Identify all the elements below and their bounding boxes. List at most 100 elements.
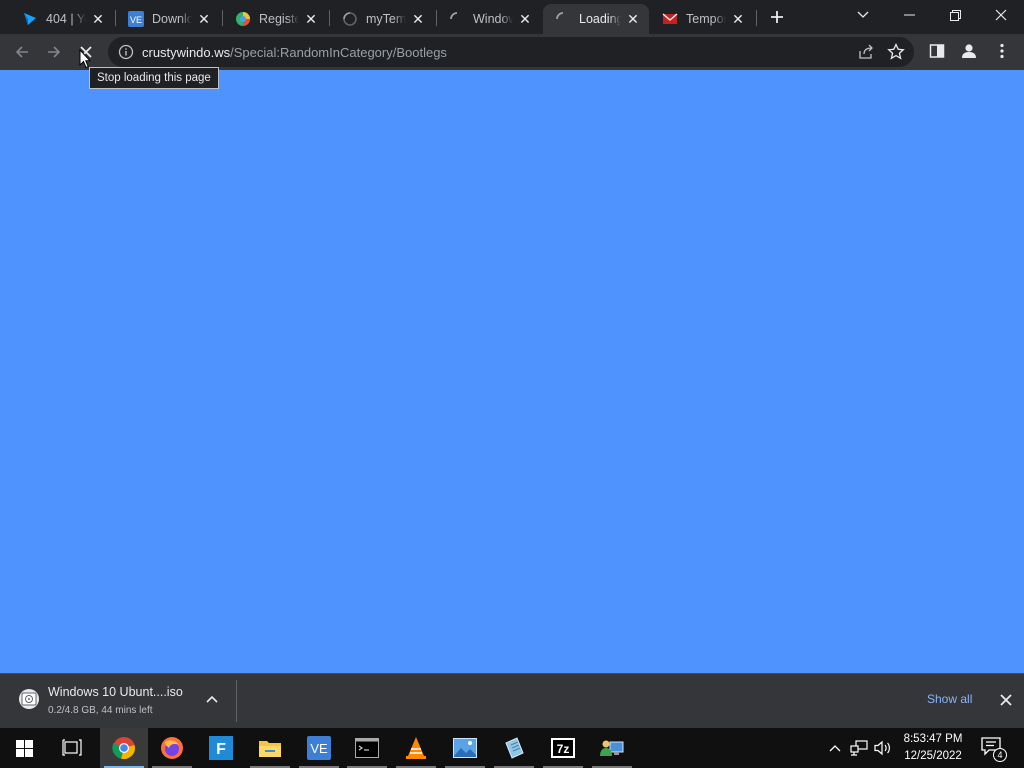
bookmark-star-icon[interactable] [886, 42, 906, 62]
taskbar-7zip[interactable]: 7z [539, 728, 587, 768]
f-app-icon: F [209, 736, 233, 760]
new-tab-button[interactable] [766, 6, 788, 28]
svg-text:F: F [216, 741, 226, 758]
address-bar[interactable]: crustywindo.ws/Special:RandomInCategory/… [108, 37, 914, 67]
show-hidden-icons-button[interactable] [826, 728, 844, 768]
chevron-up-icon [829, 745, 841, 752]
tab-title: Loading [579, 12, 621, 26]
close-tab-icon[interactable]: ✕ [730, 11, 746, 27]
tab-strip: 404 | Yo ✕ VE Downlo ✕ Register ✕ myTemp… [0, 0, 1024, 34]
iso-file-icon [18, 688, 40, 710]
side-panel-button[interactable] [927, 41, 947, 61]
close-window-button[interactable] [978, 0, 1024, 30]
download-bar: Windows 10 Ubunt....iso 0.2/4.8 GB, 44 m… [0, 673, 1024, 728]
start-button[interactable] [0, 728, 48, 768]
svg-text:7z: 7z [557, 742, 570, 756]
tab-download[interactable]: VE Downlo ✕ [116, 4, 220, 34]
side-panel-icon [929, 44, 945, 58]
close-tab-icon[interactable]: ✕ [90, 11, 106, 27]
taskbar-clock[interactable]: 8:53:47 PM 12/25/2022 [896, 731, 970, 765]
tab-search-button[interactable] [840, 0, 886, 30]
tab-title: Downlo [152, 12, 192, 26]
tab-title: 404 | Yo [46, 12, 86, 26]
site-info-icon[interactable] [118, 44, 134, 60]
minimize-button[interactable] [886, 0, 932, 30]
tab-separator [756, 10, 757, 26]
windows-taskbar: F VE 7z 8:53:47 PM 12/25/2022 4 [0, 728, 1024, 768]
tab-temporary-mail[interactable]: Tempor ✕ [650, 4, 754, 34]
taskbar-vlc[interactable] [392, 728, 440, 768]
taskbar-terminal[interactable] [343, 728, 391, 768]
tab-windows[interactable]: Window ✕ [437, 4, 541, 34]
chrome-icon [112, 737, 135, 759]
chevron-up-icon[interactable] [204, 692, 220, 708]
menu-button[interactable] [992, 41, 1012, 61]
tab-mytemp[interactable]: myTemp ✕ [330, 4, 434, 34]
network-users-icon [600, 740, 624, 756]
taskbar-notepad[interactable] [490, 728, 538, 768]
forward-arrow-icon [48, 46, 61, 58]
download-status: 0.2/4.8 GB, 44 mins left [48, 705, 153, 716]
show-all-downloads-link[interactable]: Show all [927, 692, 972, 706]
close-tab-icon[interactable]: ✕ [517, 11, 533, 27]
taskbar-chrome[interactable] [100, 728, 148, 768]
clock-date: 12/25/2022 [904, 750, 962, 762]
restore-button[interactable] [932, 0, 978, 30]
network-tray-button[interactable] [848, 728, 870, 768]
close-icon [995, 9, 1007, 21]
taskbar-photos[interactable] [441, 728, 489, 768]
taskbar-firefox[interactable] [148, 728, 196, 768]
task-view-button[interactable] [48, 728, 96, 768]
file-explorer-icon [259, 741, 281, 757]
close-download-bar-icon[interactable] [998, 692, 1014, 708]
close-tab-icon[interactable]: ✕ [410, 11, 426, 27]
notepad-icon [505, 737, 524, 759]
url-text: crustywindo.ws/Special:RandomInCategory/… [142, 45, 447, 60]
play-icon [22, 11, 38, 27]
tab-register[interactable]: Register ✕ [223, 4, 327, 34]
back-button[interactable] [8, 38, 36, 66]
back-arrow-icon [15, 46, 28, 58]
photos-icon [453, 738, 477, 758]
minimize-icon [903, 14, 915, 16]
more-vert-icon [1000, 43, 1004, 59]
start-icon [15, 739, 33, 757]
forward-button[interactable] [40, 38, 68, 66]
loading-spinner-icon [342, 11, 358, 27]
vmware-icon: VE [128, 11, 144, 27]
restore-icon [949, 9, 961, 21]
network-icon [850, 740, 868, 756]
volume-tray-button[interactable] [872, 728, 894, 768]
terminal-icon [355, 738, 379, 758]
profile-icon [962, 44, 976, 58]
taskbar-f-app[interactable]: F [197, 728, 245, 768]
vlc-icon [406, 737, 426, 759]
taskbar-vmware[interactable]: VE [295, 728, 343, 768]
download-file-name: Windows 10 Ubunt....iso [48, 685, 183, 699]
chevron-down-icon [857, 11, 869, 18]
close-tab-icon[interactable]: ✕ [303, 11, 319, 27]
browser-toolbar: crustywindo.ws/Special:RandomInCategory/… [0, 34, 1024, 70]
download-divider [236, 680, 237, 722]
tab-404[interactable]: 404 | Yo ✕ [10, 4, 114, 34]
taskbar-file-explorer[interactable] [246, 728, 294, 768]
url-path: /Special:RandomInCategory/Bootlegs [230, 45, 447, 60]
share-icon[interactable] [858, 44, 874, 60]
stop-loading-tooltip: Stop loading this page [89, 67, 219, 89]
close-tab-icon[interactable]: ✕ [625, 11, 641, 27]
close-tab-icon[interactable]: ✕ [196, 11, 212, 27]
url-host: crustywindo.ws [142, 45, 231, 60]
edge-icon [235, 11, 251, 27]
notification-count-badge: 4 [993, 748, 1007, 762]
loading-spinner-icon [555, 11, 571, 27]
svg-text:VE: VE [130, 15, 142, 25]
taskbar-network-users[interactable] [588, 728, 636, 768]
loading-spinner-icon [449, 11, 465, 27]
tab-title: Window [473, 12, 513, 26]
tab-loading-active[interactable]: Loading ✕ [543, 4, 649, 34]
page-content [0, 70, 1024, 673]
download-item[interactable]: Windows 10 Ubunt....iso 0.2/4.8 GB, 44 m… [0, 674, 236, 728]
profile-button[interactable] [959, 41, 979, 61]
mail-icon [662, 11, 678, 27]
task-view-icon [62, 739, 82, 756]
